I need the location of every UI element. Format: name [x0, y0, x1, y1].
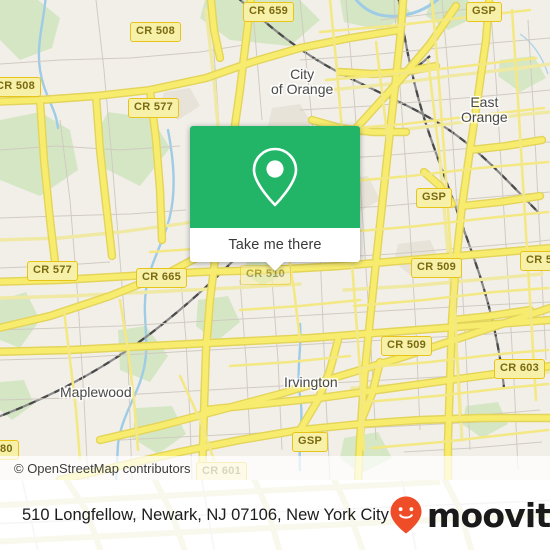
place-label: City of Orange [271, 67, 333, 97]
popup-image-panel [190, 126, 360, 228]
moovit-wordmark: moovit [426, 495, 550, 535]
place-label-line: Irvington [284, 374, 338, 390]
popup-pointer-tail [265, 261, 285, 271]
road-shield: CR 508 [130, 22, 182, 42]
road-shield: GSP [292, 432, 329, 452]
road-shield: GSP [466, 2, 503, 22]
place-label: Irvington [284, 375, 338, 390]
place-label-line: Maplewood [60, 384, 132, 400]
road-shield: CR 577 [27, 261, 79, 281]
footer-bar: 510 Longfellow, Newark, NJ 07106, New Yo… [0, 480, 550, 550]
take-me-there-label: Take me there [228, 237, 322, 253]
moovit-map-screen: CR 659 GSP CR 508 CR 508 CR 577 GSP CR 577 CR 6… [0, 0, 550, 550]
road-shield: CR 659 [243, 2, 295, 22]
road-shield: CR 577 [128, 98, 180, 118]
road-shield: CR 509 [411, 258, 463, 278]
road-shield: GSP [416, 188, 453, 208]
place-label: Maplewood [60, 385, 132, 400]
road-shield: CR 509 [381, 336, 433, 356]
address-label: 510 Longfellow, Newark, NJ 07106, New Yo… [22, 505, 389, 524]
place-label-line: East [470, 94, 499, 110]
road-shield: CR 603 [494, 359, 546, 379]
take-me-there-button[interactable]: Take me there [190, 228, 360, 271]
place-label-line: Orange [461, 109, 508, 125]
osm-attribution-text: © OpenStreetMap contributors [14, 460, 191, 476]
place-label-line: of Orange [271, 81, 334, 97]
map-canvas[interactable]: CR 659 GSP CR 508 CR 508 CR 577 GSP CR 577 CR 6… [0, 0, 550, 480]
location-popup-card[interactable]: Take me there [190, 126, 360, 271]
road-shield: CR 665 [136, 268, 188, 288]
location-pin-icon [252, 147, 298, 207]
place-label: East Orange [461, 95, 508, 125]
moovit-brand-logo: moovit [389, 495, 550, 535]
place-label-line: City [290, 66, 315, 82]
map-attribution-bar: © OpenStreetMap contributors [0, 456, 550, 480]
moovit-pin-icon [390, 496, 422, 534]
road-shield: CR 508 [0, 77, 42, 97]
road-shield: CR 509 [520, 251, 550, 271]
